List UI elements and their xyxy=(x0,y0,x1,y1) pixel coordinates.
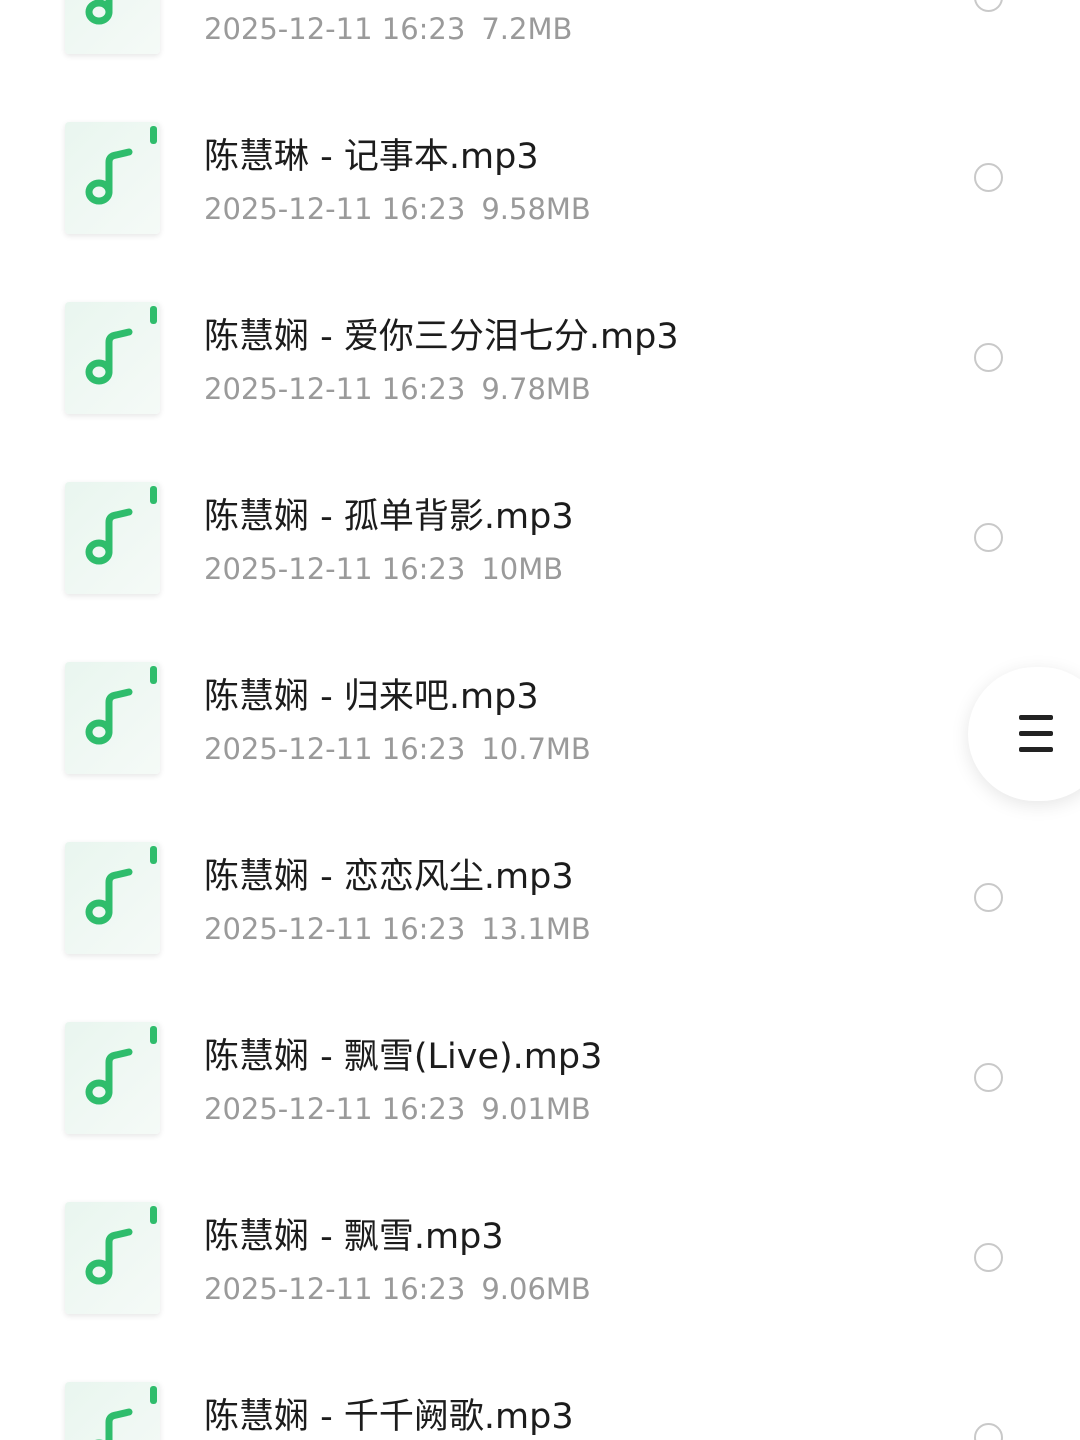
music-note-icon xyxy=(95,1408,133,1440)
thumbnail-tab xyxy=(150,846,157,864)
file-row[interactable]: 陈慧娴 - 飘雪.mp3 2025-12-11 16:23 9.06MB xyxy=(0,1108,1080,1314)
file-row[interactable]: 陈慧娴 - 归来吧.mp3 2025-12-11 16:23 10.7MB xyxy=(0,568,1080,774)
file-row[interactable]: 陈慧娴 - 孤单背影.mp3 2025-12-11 16:23 10MB xyxy=(0,388,1080,594)
select-radio[interactable] xyxy=(974,0,1003,12)
music-file-thumbnail xyxy=(65,1382,160,1440)
select-radio[interactable] xyxy=(974,883,1003,912)
file-list: 2025-12-11 16:23 7.2MB 陈慧琳 - 记事本.mp3 2025-1… xyxy=(0,0,1080,1440)
file-name: 陈慧娴 - 飘雪(Live).mp3 xyxy=(204,1037,603,1077)
file-name: 陈慧娴 - 爱你三分泪七分.mp3 xyxy=(204,317,679,357)
file-name: 陈慧娴 - 恋恋风尘.mp3 xyxy=(204,857,574,897)
thumbnail-tab xyxy=(150,486,157,504)
music-note-icon xyxy=(85,0,113,25)
thumbnail-tab xyxy=(150,1206,157,1224)
hamburger-menu-icon xyxy=(1019,715,1053,753)
thumbnail-tab xyxy=(150,1026,157,1044)
music-note-icon xyxy=(85,508,133,565)
file-name: 陈慧娴 - 飘雪.mp3 xyxy=(204,1217,504,1257)
file-name: 陈慧娴 - 千千阙歌.mp3 xyxy=(204,1397,574,1437)
music-note-icon xyxy=(85,688,133,745)
file-row[interactable]: 2025-12-11 16:23 7.2MB xyxy=(0,0,1080,54)
thumbnail-tab xyxy=(150,126,157,144)
file-name: 陈慧琳 - 记事本.mp3 xyxy=(204,137,539,177)
music-note-icon xyxy=(85,1228,133,1285)
file-name: 陈慧娴 - 孤单背影.mp3 xyxy=(204,497,574,537)
select-radio[interactable] xyxy=(974,1423,1003,1440)
file-name: 陈慧娴 - 归来吧.mp3 xyxy=(204,677,539,717)
thumbnail-tab xyxy=(150,1386,157,1404)
select-radio[interactable] xyxy=(974,163,1003,192)
music-note-icon xyxy=(85,328,133,385)
select-radio[interactable] xyxy=(974,343,1003,372)
file-row[interactable]: 陈慧娴 - 飘雪(Live).mp3 2025-12-11 16:23 9.01MB xyxy=(0,928,1080,1134)
select-radio[interactable] xyxy=(974,523,1003,552)
music-note-icon xyxy=(85,148,133,205)
select-radio[interactable] xyxy=(974,1063,1003,1092)
file-row[interactable]: 陈慧琳 - 记事本.mp3 2025-12-11 16:23 9.58MB xyxy=(0,28,1080,234)
file-row[interactable]: 陈慧娴 - 千千阙歌.mp3 xyxy=(0,1288,1080,1440)
file-row[interactable]: 陈慧娴 - 恋恋风尘.mp3 2025-12-11 16:23 13.1MB xyxy=(0,748,1080,954)
file-row[interactable]: 陈慧娴 - 爱你三分泪七分.mp3 2025-12-11 16:23 9.78MB xyxy=(0,208,1080,414)
thumbnail-tab xyxy=(150,306,157,324)
music-note-icon xyxy=(85,1048,133,1105)
thumbnail-tab xyxy=(150,666,157,684)
select-radio[interactable] xyxy=(974,1243,1003,1272)
music-note-icon xyxy=(85,868,133,925)
